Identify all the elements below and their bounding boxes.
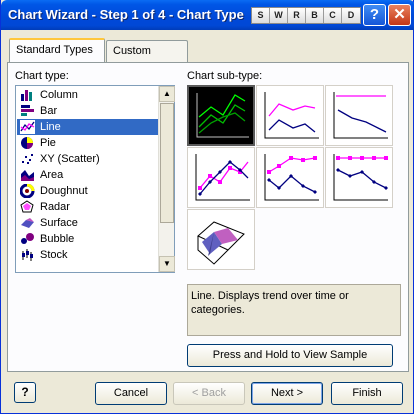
list-item-label: Surface <box>40 217 78 229</box>
toolbar-w-button[interactable]: W <box>270 8 288 23</box>
list-item-area[interactable]: Area <box>17 167 158 183</box>
next-button[interactable]: Next > <box>251 382 323 405</box>
chart-type-listbox[interactable]: Column Bar Line Pie XY (Scatter) Area Do… <box>15 85 175 273</box>
line-subtype-icon <box>196 93 249 138</box>
scroll-up-arrow-icon[interactable]: ▲ <box>159 86 175 102</box>
subtype-100-stacked-line-markers[interactable] <box>325 147 393 208</box>
list-item-xy-scatter[interactable]: XY (Scatter) <box>17 151 158 167</box>
line-chart-icon <box>20 120 35 134</box>
subtype-line-markers[interactable] <box>187 147 255 208</box>
list-item-label: Doughnut <box>40 185 88 197</box>
subtype-3d-line[interactable] <box>187 209 255 270</box>
subtype-100-stacked-line[interactable] <box>325 85 393 146</box>
line-markers-subtype-icon <box>195 154 250 201</box>
cancel-button[interactable]: Cancel <box>95 382 167 405</box>
list-item-pie[interactable]: Pie <box>17 135 158 151</box>
chart-subtype-label: Chart sub-type: <box>187 70 263 82</box>
title-help-button[interactable]: ? <box>363 4 386 26</box>
list-item-line[interactable]: Line <box>17 119 158 135</box>
list-item-bubble[interactable]: Bubble <box>17 231 158 247</box>
toolbar-d-button[interactable]: D <box>342 8 360 23</box>
list-item-label: Stock <box>40 249 68 261</box>
surface-chart-icon <box>21 218 34 228</box>
toolbar-s-button[interactable]: S <box>252 8 270 23</box>
toolbar-b-button[interactable]: B <box>306 8 324 23</box>
chart-type-scrollbar[interactable]: ▲ ▼ <box>158 86 175 272</box>
chart-description: Line. Displays trend over time or catego… <box>187 284 401 336</box>
window-title: Chart Wizard - Step 1 of 4 - Chart Type <box>8 7 244 22</box>
toolbar-r-button[interactable]: R <box>288 8 306 23</box>
tab-standard-types[interactable]: Standard Types <box>9 38 105 62</box>
stock-chart-icon <box>22 249 33 261</box>
list-item-label: Area <box>40 169 64 181</box>
subtype-stacked-line-markers[interactable] <box>256 147 324 208</box>
title-toolbar: S W R B C D <box>251 7 361 24</box>
finish-button[interactable]: Finish <box>331 382 403 405</box>
100-stacked-line-markers-subtype-icon <box>333 154 388 201</box>
list-item-label: Bar <box>40 105 58 117</box>
chart-type-label: Chart type: <box>15 70 69 82</box>
list-item-label: Column <box>40 89 78 101</box>
list-item-label: Radar <box>40 201 70 213</box>
chart-wizard-window: Chart Wizard - Step 1 of 4 - Chart Type … <box>0 0 414 414</box>
list-item-label: Line <box>40 121 61 133</box>
list-item-column[interactable]: Column <box>17 87 158 103</box>
scroll-down-arrow-icon[interactable]: ▼ <box>159 256 175 272</box>
pie-chart-icon <box>21 137 33 149</box>
stacked-line-subtype-icon <box>264 92 319 139</box>
radar-chart-icon <box>20 200 34 213</box>
list-item-surface[interactable]: Surface <box>17 215 158 231</box>
close-button[interactable]: ✕ <box>388 4 411 26</box>
toolbar-c-button[interactable]: C <box>324 8 342 23</box>
list-item-bar[interactable]: Bar <box>17 103 158 119</box>
help-icon[interactable]: ? <box>14 382 36 403</box>
back-button: < Back <box>173 382 245 405</box>
area-chart-icon <box>21 170 34 181</box>
list-item-stock[interactable]: Stock <box>17 247 158 263</box>
list-item-label: Pie <box>40 137 56 149</box>
bubble-chart-icon <box>21 233 34 244</box>
scatter-chart-icon <box>22 154 33 164</box>
view-sample-button[interactable]: Press and Hold to View Sample <box>187 344 393 367</box>
tab-custom-types[interactable]: Custom Types <box>106 40 188 77</box>
list-item-doughnut[interactable]: Doughnut <box>17 183 158 199</box>
bar-chart-icon <box>21 105 34 116</box>
list-item-label: Bubble <box>40 233 75 245</box>
100-stacked-line-subtype-icon <box>333 92 388 139</box>
doughnut-chart-icon <box>20 184 35 198</box>
3d-line-subtype-icon <box>197 221 245 265</box>
stacked-line-markers-subtype-icon <box>264 154 319 201</box>
title-bar[interactable]: Chart Wizard - Step 1 of 4 - Chart Type … <box>1 0 414 30</box>
subtype-stacked-line[interactable] <box>256 85 324 146</box>
list-item-radar[interactable]: Radar <box>17 199 158 215</box>
list-item-label: XY (Scatter) <box>40 153 100 165</box>
scroll-thumb[interactable] <box>160 103 174 223</box>
column-chart-icon <box>21 90 32 101</box>
subtype-line[interactable] <box>187 85 255 146</box>
